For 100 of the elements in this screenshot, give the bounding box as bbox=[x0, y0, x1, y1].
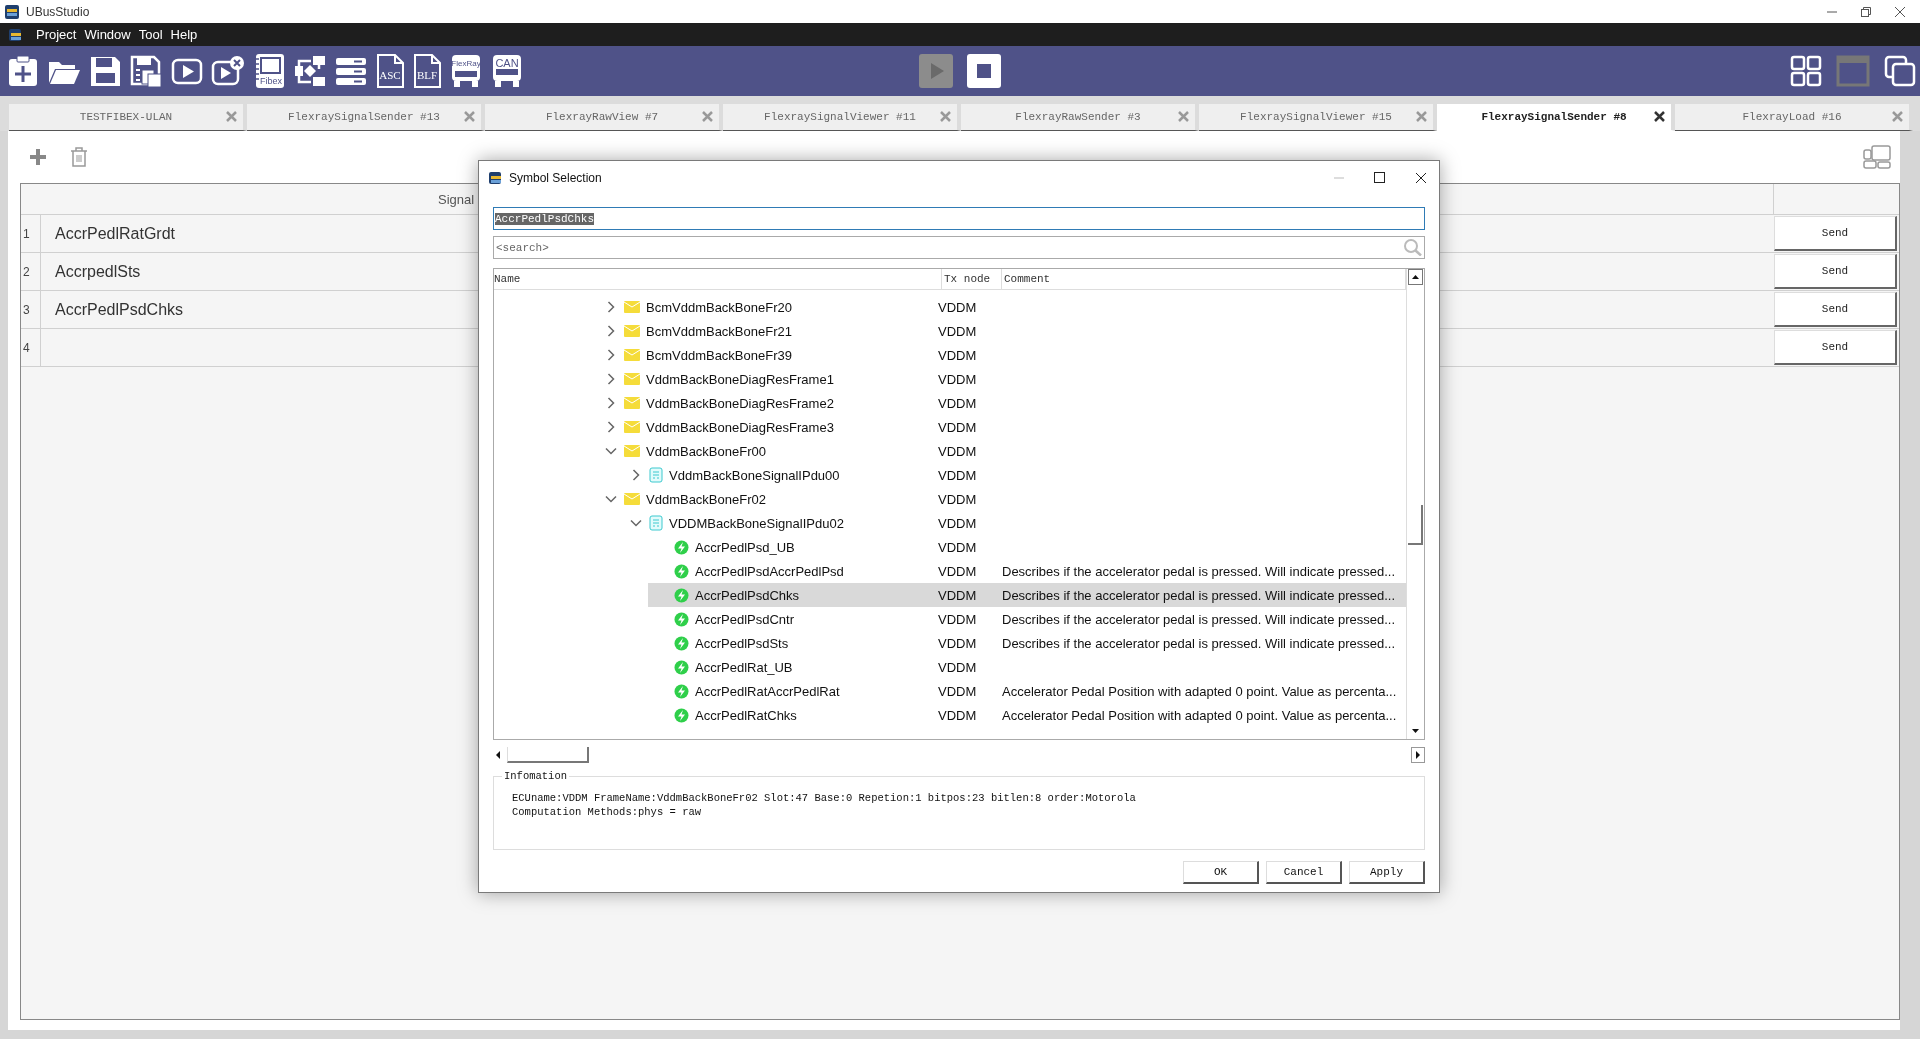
tree-row[interactable]: BcmVddmBackBoneFr39 VDDM bbox=[598, 343, 1406, 367]
node-label: VDDM bbox=[937, 683, 978, 699]
layout-icon[interactable] bbox=[1862, 144, 1892, 170]
node-label: VDDM bbox=[937, 467, 978, 483]
tab-label: FlexraySignalSender #13 bbox=[288, 111, 440, 123]
maximize-icon[interactable] bbox=[1374, 172, 1385, 183]
document-icon[interactable]: ASC bbox=[375, 53, 405, 89]
tree-row[interactable]: VDDMBackBoneSignalIPdu02 VDDM bbox=[623, 511, 1406, 535]
tree-row[interactable]: VddmBackBoneDiagResFrame3 VDDM bbox=[598, 415, 1406, 439]
tree-row[interactable]: VddmBackBoneSignalIPdu00 VDDM bbox=[623, 463, 1406, 487]
scroll-thumb[interactable] bbox=[1408, 505, 1423, 545]
dialog-button[interactable]: OK bbox=[1183, 861, 1259, 884]
tab[interactable]: FlexraySignalViewer #11 bbox=[723, 104, 961, 131]
column-header[interactable]: Tx node bbox=[942, 269, 1002, 289]
tab-label: TESTFIBEX-ULAN bbox=[79, 111, 173, 123]
tab[interactable]: FlexraySignalSender #8 bbox=[1437, 104, 1675, 131]
comment-text: Accelerator Pedal Position with adapted 0 point. Value as percenta... bbox=[1001, 683, 1398, 699]
flowchart-icon[interactable] bbox=[293, 54, 327, 88]
tree-row[interactable]: AccrPedlPsdAccrPedlPsd VDDM Describes if the accelerator pedal is pressed. Will indicate pressed... bbox=[648, 559, 1406, 583]
send-button[interactable]: Send bbox=[1774, 292, 1897, 327]
node-label: VDDM bbox=[937, 587, 978, 603]
document-icon[interactable]: BLF bbox=[412, 53, 442, 89]
tree-row[interactable]: VddmBackBoneFr00 VDDM bbox=[598, 439, 1406, 463]
row-number: 1 bbox=[21, 215, 41, 252]
dialog-button[interactable]: Cancel bbox=[1266, 861, 1342, 884]
node-label: VDDM bbox=[937, 659, 978, 675]
tree-row[interactable]: BcmVddmBackBoneFr20 VDDM bbox=[598, 295, 1406, 319]
menu-item[interactable]: Project bbox=[32, 27, 81, 42]
tab[interactable]: FlexrayLoad #16 bbox=[1675, 104, 1913, 131]
close-icon[interactable] bbox=[1654, 111, 1665, 122]
envelope-icon bbox=[624, 372, 640, 386]
tree-row[interactable]: BcmVddmBackBoneFr21 VDDM bbox=[598, 319, 1406, 343]
tab-label: FlexrayRawView #7 bbox=[545, 111, 659, 123]
app-icon bbox=[8, 27, 22, 42]
dialog-button[interactable]: Apply bbox=[1349, 861, 1425, 884]
signal-name: AccrPedlRatGrdt bbox=[55, 224, 176, 243]
column-header[interactable]: Name bbox=[494, 269, 942, 289]
tree-row[interactable]: AccrPedlRatAccrPedlRat VDDM Accelerator Pedal Position with adapted 0 point. Value as percenta... bbox=[648, 679, 1406, 703]
vertical-scrollbar[interactable] bbox=[1406, 269, 1424, 739]
item-name: AccrPedlPsd_UB bbox=[695, 539, 795, 555]
item-name: VddmBackBoneFr00 bbox=[646, 443, 766, 459]
tree-row[interactable]: VddmBackBoneDiagResFrame1 VDDM bbox=[598, 367, 1406, 391]
menu-item[interactable]: Tool bbox=[134, 27, 167, 42]
grid-icon[interactable] bbox=[1790, 55, 1822, 87]
app-icon bbox=[488, 170, 502, 185]
node-label: VDDM bbox=[937, 515, 978, 531]
tab-label: FlexraySignalSender #8 bbox=[1481, 111, 1627, 123]
node-label: VDDM bbox=[937, 347, 978, 363]
trash-icon[interactable] bbox=[70, 147, 88, 167]
new-file-icon[interactable] bbox=[6, 54, 40, 88]
close-icon[interactable] bbox=[1415, 171, 1427, 184]
menu-item[interactable]: Help bbox=[166, 27, 202, 42]
send-button[interactable]: Send bbox=[1774, 216, 1897, 251]
search-field[interactable]: <search> bbox=[493, 236, 1425, 259]
plus-icon[interactable] bbox=[28, 147, 48, 167]
scroll-thumb[interactable] bbox=[507, 747, 589, 763]
send-button[interactable]: Send bbox=[1774, 330, 1897, 365]
tree-row[interactable]: VddmBackBoneDiagResFrame2 VDDM bbox=[598, 391, 1406, 415]
dialog-title: Symbol Selection bbox=[509, 170, 602, 185]
comment-text: Describes if the accelerator pedal is pressed. Will indicate pressed... bbox=[1001, 611, 1397, 627]
window-title: UBusStudio bbox=[26, 4, 90, 19]
tree-row[interactable]: AccrPedlRat_UB VDDM bbox=[648, 655, 1406, 679]
document-icon bbox=[649, 515, 663, 531]
envelope-icon bbox=[624, 492, 640, 506]
scroll-right-icon[interactable] bbox=[1411, 747, 1425, 763]
send-button[interactable]: Send bbox=[1774, 254, 1897, 289]
item-name: AccrPedlPsdAccrPedlPsd bbox=[695, 563, 844, 579]
lightning-icon bbox=[674, 587, 689, 603]
node-label: VDDM bbox=[937, 371, 978, 387]
tree-row[interactable]: AccrPedlPsdCntr VDDM Describes if the accelerator pedal is pressed. Will indicate pressed... bbox=[648, 607, 1406, 631]
lightning-icon bbox=[674, 563, 689, 579]
node-label: VDDM bbox=[937, 299, 978, 315]
tree-row[interactable]: AccrPedlPsd_UB VDDM bbox=[648, 535, 1406, 559]
play-close-icon[interactable] bbox=[211, 54, 245, 88]
tab[interactable]: FlexraySignalViewer #15 bbox=[1199, 104, 1437, 131]
tree-row[interactable]: VddmBackBoneFr02 VDDM bbox=[598, 487, 1406, 511]
info-text: Computation Methods:phys = raw bbox=[512, 806, 703, 818]
lightning-icon bbox=[674, 539, 689, 555]
envelope-icon bbox=[624, 324, 640, 338]
menu-item[interactable]: Window bbox=[80, 27, 135, 42]
column-header[interactable]: Comment bbox=[1002, 269, 1406, 289]
save-icon[interactable] bbox=[88, 54, 122, 88]
save-all-icon[interactable] bbox=[129, 54, 163, 88]
tree-row[interactable]: AccrPedlPsdSts VDDM Describes if the accelerator pedal is pressed. Will indicate pressed... bbox=[648, 631, 1406, 655]
tab-label: FlexrayLoad #16 bbox=[1742, 111, 1842, 123]
row-number: 3 bbox=[21, 291, 41, 328]
restore-icon[interactable] bbox=[1860, 5, 1872, 18]
tab[interactable]: FlexrayRawView #7 bbox=[485, 104, 723, 131]
tree-row[interactable]: AccrPedlRatChks VDDM Accelerator Pedal Position with adapted 0 point. Value as percenta... bbox=[648, 703, 1406, 727]
item-name: VddmBackBoneDiagResFrame3 bbox=[646, 419, 834, 435]
tab[interactable]: FlexraySignalSender #13 bbox=[247, 104, 485, 131]
item-name: VDDMBackBoneSignalIPdu02 bbox=[669, 515, 844, 531]
stop-icon[interactable] bbox=[967, 54, 1001, 88]
tab[interactable]: FlexrayRawSender #3 bbox=[961, 104, 1199, 131]
symbol-field[interactable]: AccrPedlPsdChks bbox=[493, 207, 1425, 230]
tab[interactable]: TESTFIBEX-ULAN bbox=[9, 104, 247, 131]
scroll-up-icon[interactable] bbox=[1408, 269, 1423, 285]
close-icon[interactable] bbox=[1894, 5, 1906, 18]
cascade-icon[interactable] bbox=[1884, 55, 1916, 87]
tree-row[interactable]: AccrPedlPsdChks VDDM Describes if the accelerator pedal is pressed. Will indicate pressed... bbox=[648, 583, 1406, 607]
